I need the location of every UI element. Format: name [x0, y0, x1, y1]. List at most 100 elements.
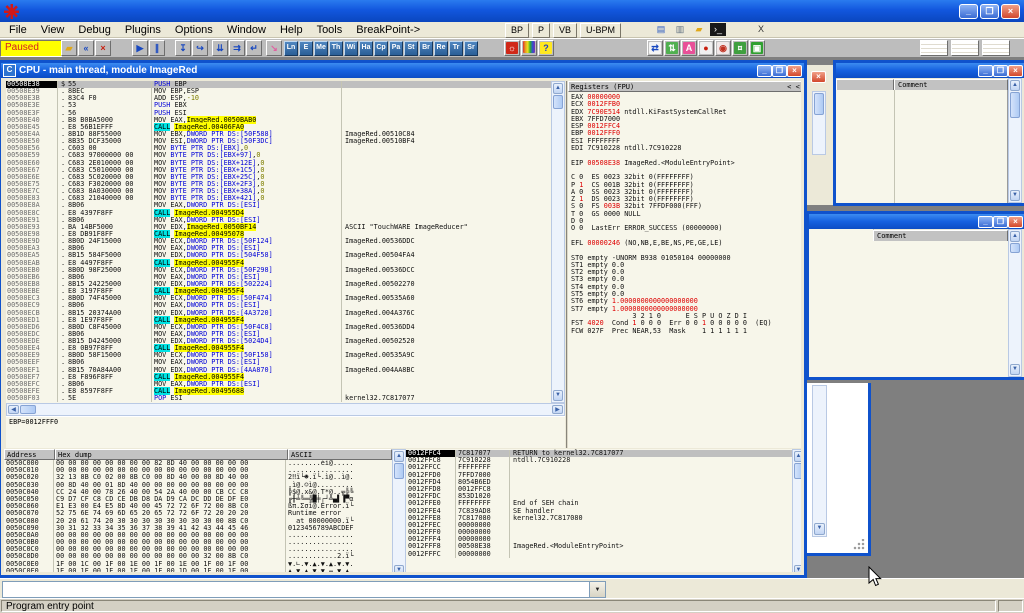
- scrollbar[interactable]: [812, 91, 826, 155]
- windows-icon[interactable]: ▣: [749, 40, 765, 56]
- disassembly-hscrollbar[interactable]: ◀ ▶: [6, 403, 565, 416]
- disasm-row[interactable]: 00508E3B.83C4 F0ADD ESP,-10: [6, 95, 551, 102]
- menu-help[interactable]: Help: [273, 24, 310, 36]
- console-icon[interactable]: ›_: [710, 23, 726, 36]
- pane-button-me[interactable]: Me: [314, 41, 328, 56]
- maximize-button[interactable]: ❐: [772, 65, 787, 77]
- pane-button-tr[interactable]: Tr: [449, 41, 463, 56]
- close-button[interactable]: ×: [1001, 4, 1020, 19]
- close-program-icon[interactable]: ×: [95, 40, 111, 56]
- pane-button-br[interactable]: Br: [419, 41, 433, 56]
- register-line[interactable]: O 0 LastErr ERROR_SUCCESS (00000000): [568, 225, 801, 232]
- scrollbar[interactable]: ▲ ▼: [1008, 78, 1022, 203]
- disasm-row[interactable]: 00508E8C.E8 4397F8FFCALL ImageRed.004955…: [6, 210, 551, 217]
- register-line[interactable]: EIP 00508E38 ImageRed.<ModuleEntryPoint>: [568, 160, 801, 167]
- menu-debug[interactable]: Debug: [71, 24, 117, 36]
- pause-icon[interactable]: ∥: [149, 40, 165, 56]
- window-titlebar[interactable]: _ ❐ ×: [836, 63, 1024, 78]
- menu-plugins[interactable]: Plugins: [118, 24, 168, 36]
- disasm-row[interactable]: 00508F03.5EPOP ESIkernel32.7C817077: [6, 395, 551, 402]
- goto-icon[interactable]: ↘: [266, 40, 282, 56]
- disasm-row[interactable]: 00508E3E.53PUSH EBX: [6, 102, 551, 109]
- pane-button-st[interactable]: St: [404, 41, 418, 56]
- command-dropdown-button[interactable]: ▼: [589, 582, 605, 597]
- resize-grip[interactable]: [852, 539, 866, 551]
- help-icon[interactable]: ?: [538, 40, 554, 56]
- disasm-row[interactable]: 00508EE9.8B0D 58F15000MOV ECX,DWORD PTR …: [6, 352, 551, 359]
- maximize-button[interactable]: ❐: [993, 65, 1008, 77]
- window-titlebar[interactable]: _ ❐ ×: [809, 214, 1024, 229]
- command-input[interactable]: [3, 582, 589, 597]
- register-line[interactable]: FCW 027F Prec NEAR,53 Mask 1 1 1 1 1 1: [568, 328, 801, 335]
- menu-breakpoint[interactable]: BreakPoint->: [349, 24, 427, 36]
- stack-scrollbar[interactable]: ▲ ▼: [792, 449, 801, 572]
- disasm-row[interactable]: 00508EC3.8B0D 74F45000MOV ECX,DWORD PTR …: [6, 295, 551, 302]
- menu-tools[interactable]: Tools: [310, 24, 350, 36]
- menu-window[interactable]: Window: [220, 24, 273, 36]
- disasm-row[interactable]: 00508ED6.8B0D C8F45000MOV ECX,DWORD PTR …: [6, 324, 551, 331]
- toolbar-close-button[interactable]: X: [753, 23, 769, 36]
- breakpoint-icon[interactable]: ●: [698, 40, 714, 56]
- maximize-button[interactable]: ❐: [993, 216, 1008, 228]
- restart-icon[interactable]: «: [78, 40, 94, 56]
- run-trace-icon[interactable]: ⇅: [664, 40, 680, 56]
- disasm-row[interactable]: 00508E83.C683 21040000 00MOV BYTE PTR DS…: [6, 195, 551, 202]
- layout-button-3[interactable]: [982, 40, 1010, 56]
- plugin-button-bp[interactable]: BP: [505, 23, 529, 38]
- minimize-button[interactable]: _: [757, 65, 772, 77]
- plugin-button-vb[interactable]: VB: [553, 23, 577, 38]
- close-button[interactable]: ×: [1008, 65, 1023, 77]
- log-icon[interactable]: ▤: [653, 23, 669, 36]
- swap-panes-icon[interactable]: ⇄: [647, 40, 663, 56]
- plugin-icon[interactable]: ¤: [732, 40, 748, 56]
- layout-button-1[interactable]: [920, 40, 948, 56]
- layout-button-2[interactable]: [951, 40, 979, 56]
- folder-icon[interactable]: ▰: [691, 23, 707, 36]
- pane-button-th[interactable]: Th: [329, 41, 343, 56]
- register-line[interactable]: T 0 GS 0000 NULL: [568, 211, 801, 218]
- plugin-button-p[interactable]: P: [532, 23, 550, 38]
- scrollbar[interactable]: ▲ ▼: [1008, 229, 1022, 377]
- pane-button-cp[interactable]: Cp: [374, 41, 388, 56]
- scrollbar[interactable]: ▼: [812, 385, 827, 537]
- step-into-icon[interactable]: ↧: [175, 40, 191, 56]
- registers-header-button[interactable]: <: [787, 83, 795, 91]
- register-line[interactable]: EDI 7C910228 ntdll.7C910228: [568, 145, 801, 152]
- font-icon[interactable]: A: [681, 40, 697, 56]
- menu-file[interactable]: File: [2, 24, 34, 36]
- disasm-row[interactable]: 00508E38$55PUSH EBP: [6, 81, 551, 88]
- cpu-window-titlebar[interactable]: C CPU - main thread, module ImageRed _ ❐…: [1, 63, 804, 78]
- pane-button-wi[interactable]: Wi: [344, 41, 358, 56]
- register-line[interactable]: EFL 00000246 (NO,NB,E,BE,NS,PE,GE,LE): [568, 240, 801, 247]
- close-button[interactable]: ×: [787, 65, 802, 77]
- pane-button-re[interactable]: Re: [434, 41, 448, 56]
- animate-into-icon[interactable]: ⇊: [212, 40, 228, 56]
- main-titlebar[interactable]: _ ❐ ×: [0, 0, 1024, 22]
- disasm-row[interactable]: 00508EFE.E8 8597F8FFCALL ImageRed.004956…: [6, 388, 551, 395]
- registers-header-button[interactable]: <: [796, 83, 801, 91]
- notes-icon[interactable]: ▥: [672, 23, 688, 36]
- pane-button-ln[interactable]: Ln: [284, 41, 298, 56]
- disasm-row[interactable]: 00508E9D.8B0D 24F15000MOV ECX,DWORD PTR …: [6, 238, 551, 245]
- pane-button-e[interactable]: E: [299, 41, 313, 56]
- minimize-button[interactable]: _: [978, 216, 993, 228]
- minimize-button[interactable]: _: [959, 4, 978, 19]
- dump-scrollbar[interactable]: ▲ ▼: [392, 449, 406, 572]
- close-button[interactable]: ×: [1008, 216, 1023, 228]
- menu-options[interactable]: Options: [168, 24, 220, 36]
- run-icon[interactable]: ▶: [132, 40, 148, 56]
- close-button[interactable]: ×: [811, 71, 826, 83]
- dump-row[interactable]: 0050C0F01E 00 1F 00 1E 00 1F 00 1F 00 1D…: [4, 568, 392, 572]
- step-over-icon[interactable]: ↪: [192, 40, 208, 56]
- settings-icon[interactable]: ☼: [504, 40, 520, 56]
- menu-view[interactable]: View: [34, 24, 72, 36]
- open-file-icon[interactable]: ▰: [61, 40, 77, 56]
- animate-over-icon[interactable]: ⇉: [229, 40, 245, 56]
- execute-till-return-icon[interactable]: ↵: [246, 40, 262, 56]
- trace-icon[interactable]: ◉: [715, 40, 731, 56]
- appearance-icon[interactable]: [521, 40, 537, 56]
- pane-button-sr[interactable]: Sr: [464, 41, 478, 56]
- minimize-button[interactable]: _: [978, 65, 993, 77]
- pane-button-ha[interactable]: Ha: [359, 41, 373, 56]
- pane-button-pa[interactable]: Pa: [389, 41, 403, 56]
